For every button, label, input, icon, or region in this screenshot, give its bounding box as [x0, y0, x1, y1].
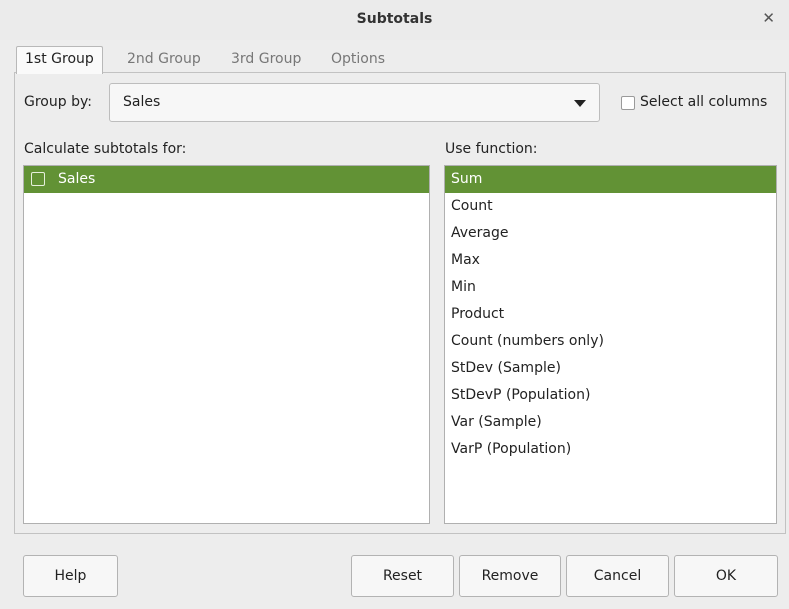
- group-by-value: Sales: [123, 94, 161, 110]
- title-bar: Subtotals ✕: [0, 0, 789, 40]
- tab-3rd-group[interactable]: 3rd Group: [223, 47, 309, 72]
- function-item-varp[interactable]: VarP (Population): [445, 436, 776, 463]
- list-item[interactable]: Sales: [24, 166, 429, 193]
- dialog-title: Subtotals: [356, 11, 433, 27]
- function-item-var[interactable]: Var (Sample): [445, 409, 776, 436]
- tab-2nd-group[interactable]: 2nd Group: [119, 47, 209, 72]
- select-all-label: Select all columns: [640, 94, 768, 110]
- function-item-stdevp[interactable]: StDevP (Population): [445, 382, 776, 409]
- subtotals-for-label: Calculate subtotals for:: [24, 141, 187, 157]
- list-item-label: Sales: [58, 171, 96, 187]
- tab-options[interactable]: Options: [323, 47, 393, 72]
- function-item-average[interactable]: Average: [445, 220, 776, 247]
- dropdown-arrow-icon: [574, 100, 586, 107]
- function-item-sum[interactable]: Sum: [445, 166, 776, 193]
- help-button[interactable]: Help: [23, 555, 118, 597]
- select-all-checkbox[interactable]: [621, 96, 635, 110]
- group-by-label: Group by:: [24, 94, 92, 110]
- function-item-stdev[interactable]: StDev (Sample): [445, 355, 776, 382]
- close-icon[interactable]: ✕: [762, 9, 775, 27]
- function-item-count-numbers[interactable]: Count (numbers only): [445, 328, 776, 355]
- remove-button[interactable]: Remove: [459, 555, 561, 597]
- sales-checkbox[interactable]: [31, 172, 45, 186]
- function-item-product[interactable]: Product: [445, 301, 776, 328]
- ok-button[interactable]: OK: [674, 555, 778, 597]
- subtotals-for-list[interactable]: Sales: [23, 165, 430, 524]
- subtotals-dialog: Subtotals ✕ 1st Group 2nd Group 3rd Grou…: [0, 0, 789, 609]
- use-function-label: Use function:: [445, 141, 538, 157]
- function-item-min[interactable]: Min: [445, 274, 776, 301]
- function-item-count[interactable]: Count: [445, 193, 776, 220]
- function-item-max[interactable]: Max: [445, 247, 776, 274]
- group-by-dropdown[interactable]: Sales: [109, 83, 600, 122]
- cancel-button[interactable]: Cancel: [566, 555, 669, 597]
- use-function-list[interactable]: Sum Count Average Max Min Product Count …: [444, 165, 777, 524]
- reset-button[interactable]: Reset: [351, 555, 454, 597]
- tab-1st-group[interactable]: 1st Group: [16, 46, 103, 74]
